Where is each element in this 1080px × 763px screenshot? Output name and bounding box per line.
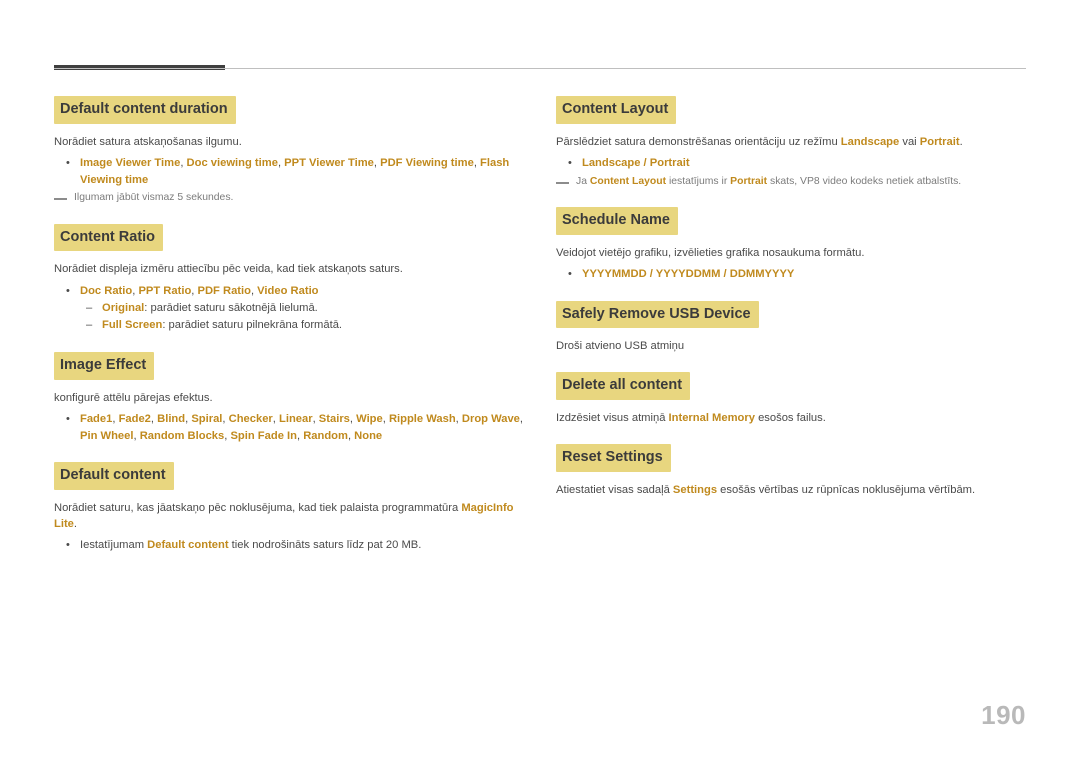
- document-page: Default content duration Norādiet satura…: [0, 0, 1080, 763]
- list-item: Image Viewer Time, Doc viewing time, PPT…: [54, 155, 524, 189]
- section-heading: Content Layout: [556, 96, 677, 124]
- section-intro: Izdzēsiet visus atmiņā Internal Memory e…: [556, 411, 826, 424]
- section-content-layout: Content Layout Pārslēdziet satura demons…: [556, 96, 1026, 189]
- section-heading: Image Effect: [54, 352, 155, 380]
- section-heading: Reset Settings: [556, 444, 671, 472]
- bullet-list: Image Viewer Time, Doc viewing time, PPT…: [54, 155, 524, 189]
- section-heading: Content Ratio: [54, 223, 164, 252]
- section-note: Ja Content Layout iestatījums ir Portrai…: [556, 175, 1026, 190]
- list-item: Landscape / Portrait: [556, 155, 1026, 172]
- section-intro: konfigurē attēlu pārejas efektus.: [54, 391, 213, 404]
- section-intro: Droši atvieno USB atmiņu: [556, 340, 685, 353]
- bullet-list: Doc Ratio, PPT Ratio, PDF Ratio, Video R…: [54, 283, 524, 334]
- bullet-list: Landscape / Portrait: [556, 155, 1026, 172]
- section-reset-settings: Reset Settings Atiestatiet visas sadaļā …: [556, 444, 1026, 498]
- header-rule: [54, 68, 1026, 69]
- section-content-ratio: Content Ratio Norādiet displeja izmēru a…: [54, 223, 524, 334]
- section-default-content: Default content Norādiet saturu, kas jāa…: [54, 462, 524, 554]
- section-note: Ilgumam jābūt vismaz 5 sekundes.: [54, 191, 524, 206]
- section-intro: Pārslēdziet satura demonstrēšanas orient…: [556, 135, 963, 148]
- bullet-list: YYYYMMDD / YYYYDDMM / DDMMYYYY: [556, 266, 1026, 283]
- sub-list: Original: parādiet saturu sākotnējā liel…: [80, 300, 524, 334]
- section-heading: Delete all content: [556, 372, 691, 400]
- section-image-effect: Image Effect konfigurē attēlu pārejas ef…: [54, 352, 524, 444]
- section-heading: Default content duration: [54, 96, 236, 124]
- bullet-list: Fade1, Fade2, Blind, Spiral, Checker, Li…: [54, 411, 524, 445]
- section-schedule-name: Schedule Name Veidojot vietējo grafiku, …: [556, 207, 1026, 283]
- section-intro: Norādiet displeja izmēru attiecību pēc v…: [54, 263, 403, 276]
- section-delete-all-content: Delete all content Izdzēsiet visus atmiņ…: [556, 372, 1026, 426]
- sub-list-item: Original: parādiet saturu sākotnējā liel…: [80, 300, 524, 317]
- section-safely-remove-usb-device: Safely Remove USB Device Droši atvieno U…: [556, 300, 1026, 355]
- section-heading: Safely Remove USB Device: [556, 300, 759, 329]
- left-column: Default content duration Norādiet satura…: [54, 96, 524, 572]
- right-column: Content Layout Pārslēdziet satura demons…: [556, 96, 1026, 516]
- section-intro: Veidojot vietējo grafiku, izvēlieties gr…: [556, 246, 865, 259]
- section-default-content-duration: Default content duration Norādiet satura…: [54, 96, 524, 206]
- list-item: YYYYMMDD / YYYYDDMM / DDMMYYYY: [556, 266, 1026, 283]
- section-intro: Norādiet satura atskaņošanas ilgumu.: [54, 135, 242, 148]
- section-intro: Norādiet saturu, kas jāatskaņo pēc noklu…: [54, 501, 514, 531]
- sub-list-item: Full Screen: parādiet saturu pilnekrāna …: [80, 317, 524, 334]
- section-heading: Default content: [54, 462, 174, 490]
- list-item: Iestatījumam Default content tiek nodroš…: [54, 537, 524, 554]
- section-intro: Atiestatiet visas sadaļā Settings esošās…: [556, 483, 976, 496]
- page-number: 190: [981, 700, 1026, 730]
- section-heading: Schedule Name: [556, 207, 678, 235]
- list-item: Fade1, Fade2, Blind, Spiral, Checker, Li…: [54, 411, 524, 445]
- bullet-list: Iestatījumam Default content tiek nodroš…: [54, 537, 524, 554]
- list-item: Doc Ratio, PPT Ratio, PDF Ratio, Video R…: [54, 283, 524, 334]
